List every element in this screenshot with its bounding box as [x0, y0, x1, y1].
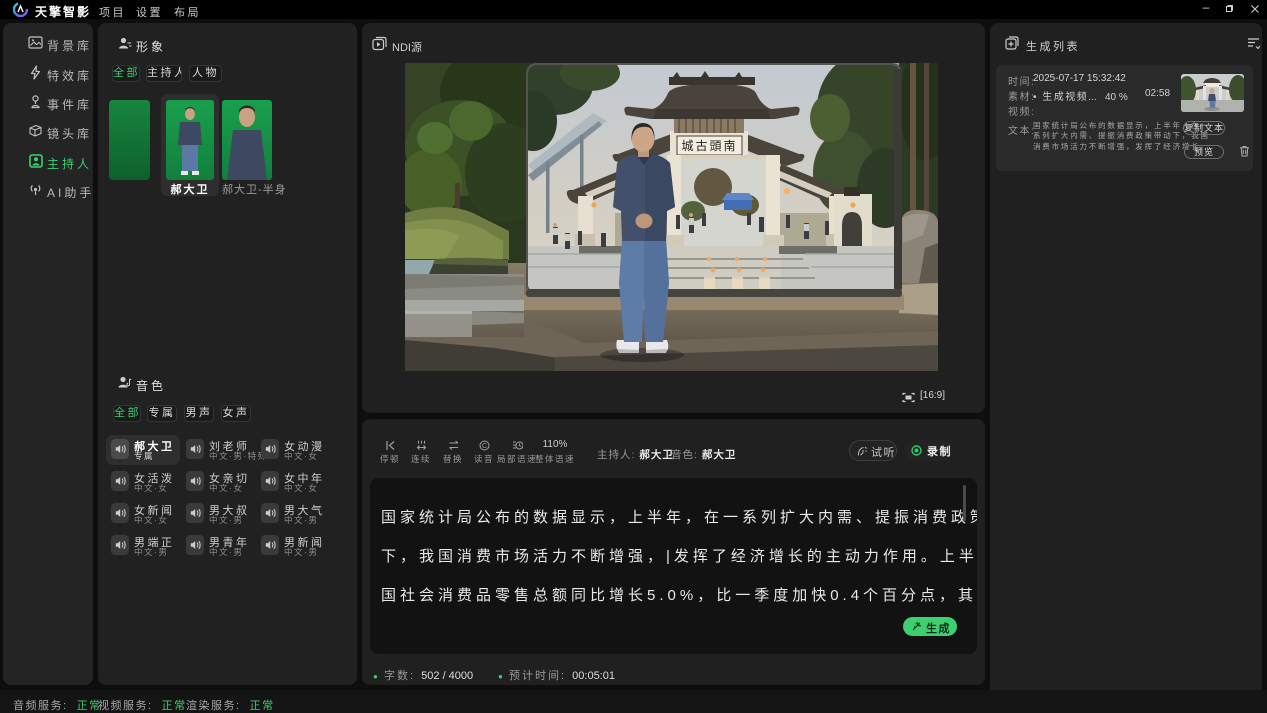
svg-text:C: C	[482, 443, 487, 450]
svg-text:城古頭南: 城古頭南	[681, 138, 737, 153]
